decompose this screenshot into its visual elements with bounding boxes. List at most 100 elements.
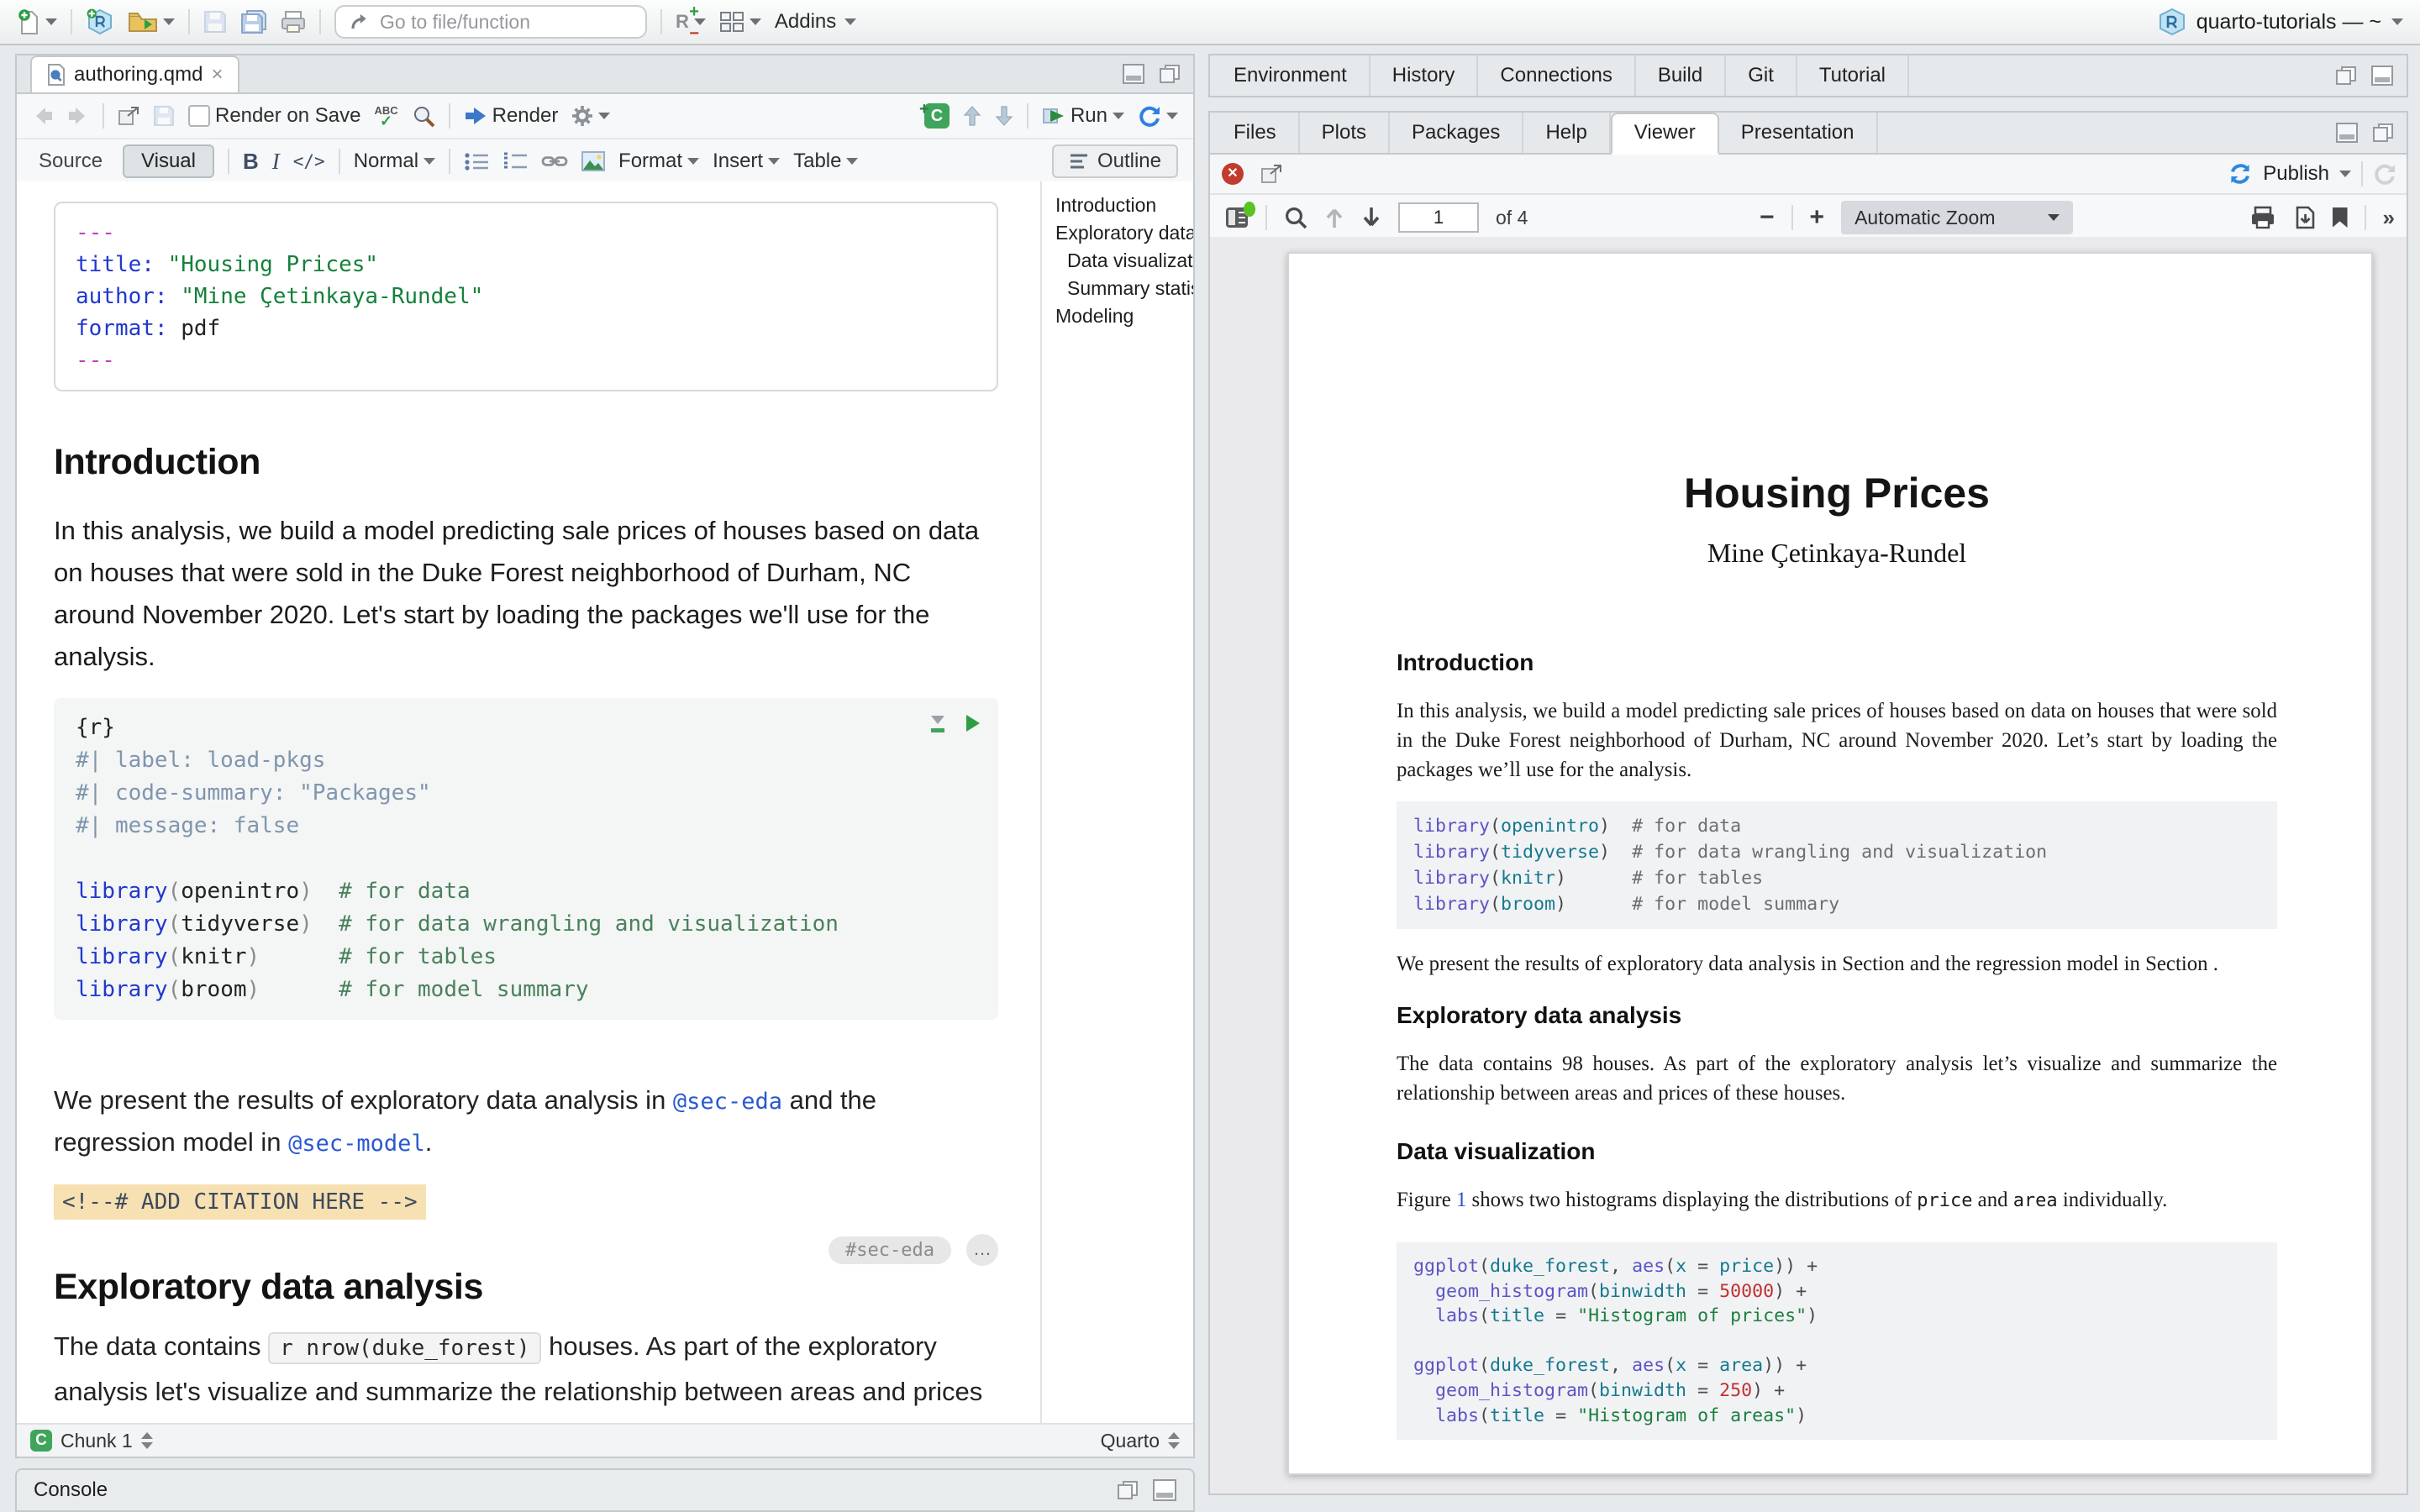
rerun-button[interactable] <box>1138 105 1178 127</box>
inline-link[interactable]: 1 <box>1456 1189 1466 1211</box>
forward-icon[interactable] <box>67 106 89 126</box>
print-pdf-icon[interactable] <box>2250 206 2275 229</box>
stop-icon[interactable]: ✕ <box>1222 163 1244 185</box>
visual-mode-button[interactable]: Visual <box>123 144 214 178</box>
page-number-input[interactable] <box>1398 202 1479 233</box>
tab-help[interactable]: Help <box>1523 113 1610 153</box>
maximize-pane-icon[interactable] <box>2371 66 2393 86</box>
run-chunk-icon[interactable] <box>966 715 980 732</box>
restore-console-icon[interactable] <box>1118 1481 1138 1499</box>
insert-menu[interactable]: Insert <box>713 150 780 173</box>
tab-connections[interactable]: Connections <box>1478 55 1635 96</box>
tab-history[interactable]: History <box>1370 55 1479 96</box>
tab-build[interactable]: Build <box>1636 55 1726 96</box>
run-chunks-above-icon[interactable] <box>928 713 948 733</box>
maximize-console-icon[interactable] <box>1153 1479 1176 1501</box>
more-tools-icon[interactable]: » <box>2383 205 2395 231</box>
save-all-button[interactable] <box>240 9 267 34</box>
outline-item[interactable]: Introduction <box>1042 192 1193 219</box>
code-button[interactable]: </> <box>293 151 325 171</box>
save-button[interactable] <box>203 10 227 34</box>
citation-comment[interactable]: <!--# ADD CITATION HERE --> <box>54 1184 426 1220</box>
tab-viewer[interactable]: Viewer <box>1611 113 1719 155</box>
addins-menu[interactable]: Addins <box>775 10 856 34</box>
refresh-icon[interactable] <box>2373 163 2396 185</box>
link-icon[interactable] <box>541 153 568 170</box>
sidebar-toggle-button[interactable] <box>1225 207 1249 228</box>
render-settings-button[interactable] <box>571 105 610 127</box>
project-selector[interactable]: quarto-tutorials — ~ <box>2158 8 2403 36</box>
section-options-button[interactable]: … <box>966 1234 998 1266</box>
zoom-in-icon[interactable]: + <box>1810 205 1825 230</box>
editor-intro-paragraph[interactable]: In this analysis, we build a model predi… <box>54 510 998 678</box>
outline-item[interactable]: Modeling <box>1042 302 1193 330</box>
new-file-button[interactable] <box>17 8 57 35</box>
back-icon[interactable] <box>32 106 54 126</box>
table-menu[interactable]: Table <box>793 150 858 173</box>
tab-files[interactable]: Files <box>1212 113 1300 153</box>
zoom-out-icon[interactable]: − <box>1760 205 1775 230</box>
paragraph-style-dropdown[interactable]: Normal <box>354 150 435 173</box>
popout-icon[interactable] <box>1260 164 1282 184</box>
download-icon[interactable] <box>2292 206 2316 229</box>
goto-file-input[interactable]: Go to file/function <box>334 5 647 39</box>
open-file-button[interactable] <box>128 10 175 34</box>
go-to-next-chunk-icon[interactable] <box>995 105 1013 127</box>
restore-pane-icon[interactable] <box>2336 66 2356 85</box>
print-button[interactable] <box>281 10 306 34</box>
run-button[interactable]: Run <box>1042 104 1124 128</box>
format-menu[interactable]: Format <box>618 150 699 173</box>
previous-page-icon[interactable] <box>1324 206 1344 229</box>
language-mode-selector[interactable]: Quarto <box>1101 1430 1180 1452</box>
citation-comment-row[interactable]: <!--# ADD CITATION HERE --> <box>54 1184 998 1220</box>
bookmark-icon[interactable] <box>2333 207 2348 228</box>
pdf-search-icon[interactable] <box>1284 206 1307 229</box>
publish-button[interactable]: Publish <box>2263 162 2329 186</box>
outline-item[interactable]: Data visualization <box>1042 247 1193 275</box>
save-icon[interactable] <box>153 105 175 127</box>
image-icon[interactable] <box>581 151 605 171</box>
inline-link[interactable]: @sec-eda <box>673 1089 782 1115</box>
publish-caret[interactable] <box>2339 171 2351 177</box>
render-button[interactable]: Render <box>464 104 559 128</box>
editor-eda-paragraph[interactable]: The data contains r nrow(duke_forest) ho… <box>54 1325 998 1425</box>
outline-item[interactable]: Summary statis… <box>1042 275 1193 302</box>
visual-editor-content[interactable]: ---title: "Housing Prices"author: "Mine … <box>17 181 1193 1425</box>
r-code-chunk[interactable]: {r}#| label: load-pkgs#| code-summary: "… <box>54 698 998 1020</box>
editor-heading-introduction[interactable]: Introduction <box>54 442 998 483</box>
insert-chunk-button[interactable]: +C <box>924 103 950 129</box>
bullet-list-icon[interactable] <box>464 151 489 171</box>
workspace-panes-button[interactable] <box>719 11 761 33</box>
italic-button[interactable]: I <box>272 149 280 175</box>
render-on-save-checkbox[interactable]: Render on Save <box>188 104 360 128</box>
go-to-previous-chunk-icon[interactable] <box>963 105 981 127</box>
minimize-pane-icon[interactable] <box>1123 64 1144 84</box>
editor-crossref-paragraph[interactable]: We present the results of exploratory da… <box>54 1080 998 1164</box>
editor-tab-authoring[interactable]: authoring.qmd × <box>30 55 239 92</box>
section-id-badge[interactable]: #sec-eda <box>829 1236 951 1264</box>
outline-item[interactable]: Exploratory data … <box>1042 219 1193 247</box>
next-page-icon[interactable] <box>1361 206 1381 229</box>
maximize-pane-icon[interactable] <box>2373 123 2393 142</box>
version-control-button[interactable]: R+− <box>676 13 706 30</box>
search-icon[interactable] <box>412 104 435 128</box>
outline-toggle-button[interactable]: Outline <box>1052 144 1178 178</box>
new-project-button[interactable] <box>86 8 114 36</box>
bold-button[interactable]: B <box>243 149 259 175</box>
tab-plots[interactable]: Plots <box>1300 113 1390 153</box>
close-tab-icon[interactable]: × <box>211 63 223 87</box>
chunk-navigator[interactable]: Chunk 1 <box>60 1430 153 1452</box>
tab-packages[interactable]: Packages <box>1390 113 1523 153</box>
tab-environment[interactable]: Environment <box>1212 55 1370 96</box>
yaml-metadata-block[interactable]: ---title: "Housing Prices"author: "Mine … <box>54 202 998 391</box>
minimize-pane-icon[interactable] <box>2336 123 2358 143</box>
numbered-list-icon[interactable] <box>502 151 528 171</box>
editor-heading-eda[interactable]: Exploratory data analysis <box>54 1267 998 1308</box>
zoom-level-select[interactable]: Automatic Zoom <box>1841 201 2073 234</box>
spellcheck-button[interactable]: ABC ✓ <box>374 106 397 126</box>
source-mode-button[interactable]: Source <box>32 150 109 173</box>
tab-git[interactable]: Git <box>1726 55 1797 96</box>
tab-presentation[interactable]: Presentation <box>1719 113 1878 153</box>
maximize-pane-icon[interactable] <box>1160 65 1180 83</box>
inline-link[interactable]: @sec-model <box>288 1131 425 1157</box>
